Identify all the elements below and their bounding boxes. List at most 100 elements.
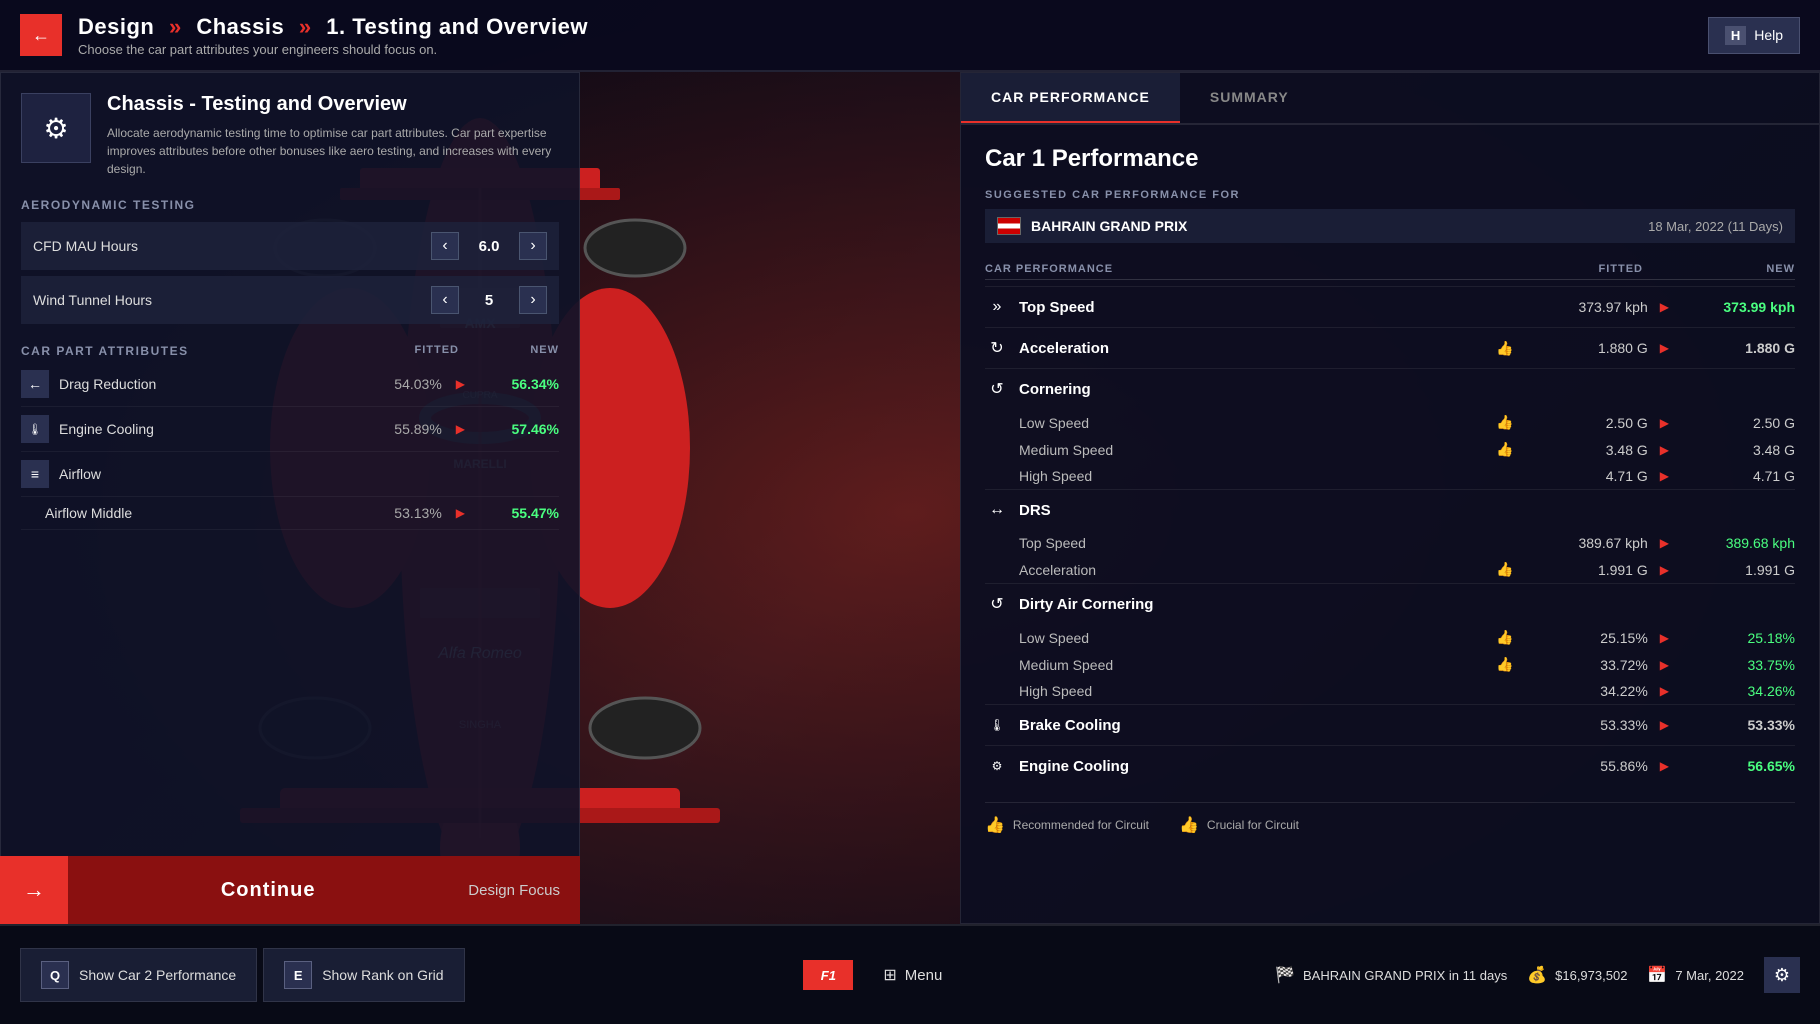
speed-icon: » bbox=[985, 295, 1009, 319]
gear-icon: ⚙ bbox=[1774, 965, 1790, 986]
panel-tabs: CAR PERFORMANCE SUMMARY bbox=[961, 73, 1819, 125]
med-thumb: 👍 bbox=[1496, 441, 1513, 458]
cornering-high-new: 4.71 G bbox=[1675, 468, 1795, 484]
airflow-middle-fitted: 53.13% bbox=[352, 505, 452, 521]
bottom-center: F1 ⊞ Menu bbox=[491, 960, 1255, 990]
date-label: 7 Mar, 2022 bbox=[1675, 968, 1744, 983]
show-car2-button[interactable]: Q Show Car 2 Performance bbox=[20, 948, 257, 1002]
brake-new: 53.33% bbox=[1675, 717, 1795, 733]
drs-accel-thumb: 👍 bbox=[1496, 561, 1513, 578]
dirty-low-label: Low Speed bbox=[1019, 630, 1496, 646]
brake-arrow: ▶ bbox=[1660, 718, 1669, 732]
gp-name: BAHRAIN GRAND PRIX bbox=[1031, 218, 1638, 234]
cfd-decrement[interactable]: ‹ bbox=[431, 232, 459, 260]
drs-accel: Acceleration 👍 1.991 G ▶ 1.991 G bbox=[985, 556, 1795, 583]
cfd-increment[interactable]: › bbox=[519, 232, 547, 260]
drag-icon: ← bbox=[21, 370, 49, 398]
chassis-header: ⚙ Chassis - Testing and Overview Allocat… bbox=[21, 93, 559, 178]
dirty-high-new: 34.26% bbox=[1675, 683, 1795, 699]
cornering-low: Low Speed 👍 2.50 G ▶ 2.50 G bbox=[985, 409, 1795, 436]
drs-accel-label: Acceleration bbox=[1019, 562, 1496, 578]
airflow-middle-new: 55.47% bbox=[469, 505, 559, 521]
settings-button[interactable]: ⚙ bbox=[1764, 957, 1800, 993]
attr-airflow: ≡ Airflow bbox=[21, 452, 559, 497]
engine-label: Engine Cooling bbox=[1019, 758, 1520, 775]
gp-date: 18 Mar, 2022 (11 Days) bbox=[1648, 219, 1783, 234]
car-performance-title: Car 1 Performance bbox=[985, 145, 1795, 173]
perf-fitted-col: FITTED bbox=[1515, 263, 1655, 275]
wind-decrement[interactable]: ‹ bbox=[431, 286, 459, 314]
wind-label: Wind Tunnel Hours bbox=[33, 292, 431, 308]
money-icon: 💰 bbox=[1527, 965, 1547, 985]
engine-fitted: 55.86% bbox=[1520, 758, 1660, 774]
chassis-title: Chassis - Testing and Overview bbox=[107, 93, 559, 116]
money-stat: 💰 $16,973,502 bbox=[1527, 965, 1627, 985]
dirty-med-new: 33.75% bbox=[1675, 657, 1795, 673]
attr-engine-cooling: 🌡 Engine Cooling 55.89% ▶ 57.46% bbox=[21, 407, 559, 452]
gp-flag bbox=[997, 217, 1021, 235]
cornering-high: High Speed 4.71 G ▶ 4.71 G bbox=[985, 463, 1795, 489]
airflow-middle-arrow: ▶ bbox=[456, 506, 465, 520]
accel-arrow: ▶ bbox=[1660, 341, 1669, 355]
accel-thumb: 👍 bbox=[1496, 340, 1513, 357]
accel-fitted: 1.880 G bbox=[1520, 340, 1660, 356]
continue-button[interactable]: → Continue Design Focus bbox=[0, 856, 580, 924]
back-button[interactable]: ← bbox=[20, 14, 62, 56]
tab-summary[interactable]: SUMMARY bbox=[1180, 73, 1319, 123]
drag-label: Drag Reduction bbox=[59, 376, 352, 392]
dirty-med: Medium Speed 👍 33.72% ▶ 33.75% bbox=[985, 651, 1795, 678]
cornering-low-new: 2.50 G bbox=[1675, 415, 1795, 431]
dirty-low-thumb: 👍 bbox=[1496, 629, 1513, 646]
dirty-air-icon: ↺ bbox=[985, 592, 1009, 616]
perf-new-col: NEW bbox=[1655, 263, 1795, 275]
q-key: Q bbox=[41, 961, 69, 989]
accel-icon: ↻ bbox=[985, 336, 1009, 360]
perf-engine-cooling: ⚙ Engine Cooling 55.86% ▶ 56.65% bbox=[985, 745, 1795, 786]
menu-button[interactable]: ⊞ Menu bbox=[883, 965, 942, 985]
dirty-low-new: 25.18% bbox=[1675, 630, 1795, 646]
top-speed-fitted: 373.97 kph bbox=[1520, 299, 1660, 315]
airflow-label: Airflow bbox=[59, 466, 361, 482]
left-panel: ⚙ Chassis - Testing and Overview Allocat… bbox=[0, 72, 580, 924]
legend-crucial: 👍 Crucial for Circuit bbox=[1179, 815, 1299, 835]
grand-prix-row: BAHRAIN GRAND PRIX 18 Mar, 2022 (11 Days… bbox=[985, 209, 1795, 243]
aero-section-header: AERODYNAMIC TESTING bbox=[21, 198, 559, 212]
airflow-middle-label: Airflow Middle bbox=[45, 505, 352, 521]
legend-recommended: 👍 Recommended for Circuit bbox=[985, 815, 1149, 835]
page-subtitle: Choose the car part attributes your engi… bbox=[78, 42, 1708, 57]
brake-icon: 🌡 bbox=[985, 713, 1009, 737]
dirty-high-label: High Speed bbox=[1019, 683, 1514, 699]
wind-increment[interactable]: › bbox=[519, 286, 547, 314]
dirty-med-label: Medium Speed bbox=[1019, 657, 1496, 673]
perf-col-label: CAR PERFORMANCE bbox=[985, 263, 1515, 275]
tab-car-performance[interactable]: CAR PERFORMANCE bbox=[961, 73, 1180, 123]
crucial-label: Crucial for Circuit bbox=[1207, 818, 1299, 832]
back-icon: ← bbox=[32, 25, 50, 46]
cornering-med-fitted: 3.48 G bbox=[1520, 442, 1660, 458]
engine-arrow: ▶ bbox=[1660, 759, 1669, 773]
cfd-value: 6.0 bbox=[459, 238, 519, 255]
recommended-label: Recommended for Circuit bbox=[1013, 818, 1149, 832]
chassis-description: Allocate aerodynamic testing time to opt… bbox=[107, 124, 559, 178]
perf-dirty-air: ↺ Dirty Air Cornering bbox=[985, 583, 1795, 624]
continue-label: Continue bbox=[68, 879, 468, 902]
drs-accel-fitted: 1.991 G bbox=[1520, 562, 1660, 578]
legend: 👍 Recommended for Circuit 👍 Crucial for … bbox=[985, 802, 1795, 835]
bc-chassis: Chassis bbox=[196, 14, 284, 39]
bc-testing: 1. Testing and Overview bbox=[326, 14, 588, 39]
race-label: BAHRAIN GRAND PRIX in 11 days bbox=[1303, 968, 1507, 983]
attr-drag-reduction: ← Drag Reduction 54.03% ▶ 56.34% bbox=[21, 362, 559, 407]
dirty-low: Low Speed 👍 25.15% ▶ 25.18% bbox=[985, 624, 1795, 651]
design-focus-label: Design Focus bbox=[468, 882, 580, 899]
wind-spinner-row: Wind Tunnel Hours ‹ 5 › bbox=[21, 276, 559, 324]
top-speed-label: Top Speed bbox=[1019, 299, 1520, 316]
cornering-med-label: Medium Speed bbox=[1019, 442, 1496, 458]
show-rank-button[interactable]: E Show Rank on Grid bbox=[263, 948, 464, 1002]
race-stat: 🏁 BAHRAIN GRAND PRIX in 11 days bbox=[1275, 965, 1507, 985]
perf-top-speed: » Top Speed 373.97 kph ▶ 373.99 kph bbox=[985, 286, 1795, 327]
drs-speed-new: 389.68 kph bbox=[1675, 535, 1795, 551]
drs-speed-label: Top Speed bbox=[1019, 535, 1514, 551]
cornering-med: Medium Speed 👍 3.48 G ▶ 3.48 G bbox=[985, 436, 1795, 463]
top-speed-arrow: ▶ bbox=[1660, 300, 1669, 314]
help-button[interactable]: H Help bbox=[1708, 17, 1800, 54]
